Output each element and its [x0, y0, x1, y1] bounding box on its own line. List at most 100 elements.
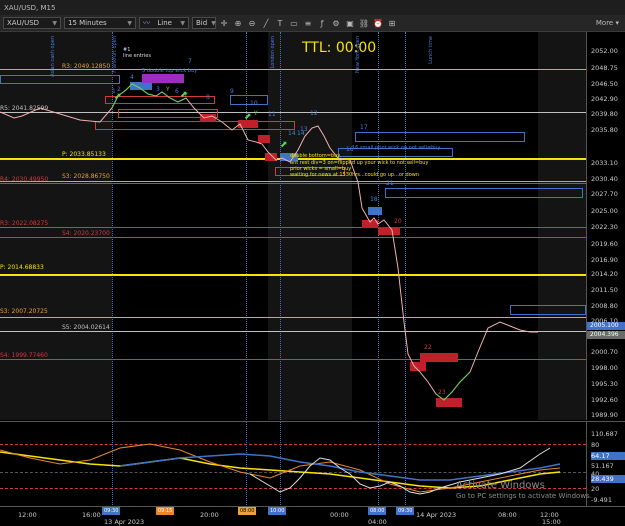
- indicator-tick: 20: [591, 485, 600, 493]
- wave-number: 10: [250, 100, 258, 107]
- wave-number: 21: [386, 180, 394, 187]
- price-chart[interactable]: Asian cash open Frankfurt open London op…: [0, 32, 586, 420]
- session-time-marker: 09:15: [156, 507, 175, 515]
- price-tick: 2046.50: [591, 80, 618, 88]
- wave-number: 19: [372, 210, 380, 217]
- chart-note-entries: #1 line entries: [123, 47, 151, 59]
- chevron-down-icon: ▼: [127, 19, 132, 27]
- template-icon[interactable]: ⊞: [386, 17, 398, 29]
- current-price-tag: 2005.100: [587, 322, 625, 330]
- time-axis[interactable]: 12:00 16:00 13 Apr 2023 20:00 00:00 04:0…: [0, 506, 625, 526]
- wave-number: 1: [112, 88, 116, 95]
- bid-price-tag: 2004.396: [587, 331, 625, 339]
- wave-marker: Y: [184, 92, 188, 99]
- time-tick: 08:00: [498, 511, 517, 519]
- symbol-select[interactable]: XAU/USD ▼: [3, 17, 61, 29]
- session-time-marker: 08:00: [368, 507, 387, 515]
- price-tick: 2014.20: [591, 270, 618, 278]
- price-tick: 2042.90: [591, 95, 618, 103]
- chevron-down-icon: ▼: [211, 19, 216, 27]
- wave-number: 17: [360, 124, 368, 131]
- price-tick: 1998.00: [591, 364, 618, 372]
- chevron-down-icon: ▼: [52, 19, 57, 27]
- price-tick: 2022.30: [591, 223, 618, 231]
- price-side-value: Bid: [196, 19, 208, 27]
- time-tick: 14 Apr 2023: [416, 511, 457, 519]
- buy-arrow-icon: ⬈: [280, 140, 288, 150]
- price-side-select[interactable]: Bid ▼: [192, 17, 216, 29]
- line-chart-icon: 〰: [143, 19, 150, 27]
- session-time-marker: 08:00: [238, 507, 257, 515]
- price-tick: 2016.90: [591, 256, 618, 264]
- link-icon[interactable]: ⛓: [358, 17, 370, 29]
- screenshot-icon[interactable]: ▣: [344, 17, 356, 29]
- activation-watermark: Activate Windows Go to PC settings to ac…: [456, 480, 592, 500]
- wave-number: 18: [370, 196, 378, 203]
- symbol-value: XAU/USD: [7, 19, 40, 27]
- fibonacci-icon[interactable]: ≡: [302, 17, 314, 29]
- time-tick: 20:00: [200, 511, 219, 519]
- wave-number: 12: [310, 110, 318, 117]
- indicator-tick: 51.167: [591, 462, 614, 470]
- session-time-marker: 09:30: [396, 507, 415, 515]
- price-tick: 2011.50: [591, 286, 618, 294]
- more-label: More: [595, 19, 614, 27]
- price-tick: 1992.60: [591, 396, 618, 404]
- wave-number: 20: [394, 218, 402, 225]
- chevron-down-icon: ▼: [180, 19, 185, 27]
- indicator-tick: -9.491: [591, 496, 612, 504]
- wave-number: 14: [297, 130, 305, 137]
- price-tick: 2052.00: [591, 47, 618, 55]
- chart-toolbar: XAU/USD ▼ 15 Minutes ▼ 〰 Line ▼ Bid ▼ ✛ ⊕ ⊖ …: [0, 15, 625, 32]
- window-title-bar: XAU/USD, M15: [0, 0, 625, 15]
- timeframe-value: 15 Minutes: [68, 19, 107, 27]
- trendline-icon[interactable]: ╱: [260, 17, 272, 29]
- timeframe-select[interactable]: 15 Minutes ▼: [64, 17, 136, 29]
- wave-number: 6: [175, 88, 179, 95]
- wave-number: 4: [130, 74, 134, 81]
- wave-marker: Y: [166, 86, 170, 93]
- wave-number: 14: [288, 130, 296, 137]
- alert-icon[interactable]: ⏰: [372, 17, 384, 29]
- time-tick: 12:00: [18, 511, 37, 519]
- session-time-marker: 09:30: [102, 507, 121, 515]
- text-tool-icon[interactable]: T: [274, 17, 286, 29]
- price-tick: 2035.80: [591, 126, 618, 134]
- wave-number: 7: [188, 58, 192, 65]
- price-tick: 2008.80: [591, 302, 618, 310]
- ttl-countdown: TTL: 00:00: [302, 40, 377, 56]
- shapes-icon[interactable]: ▭: [288, 17, 300, 29]
- wave-number: 23: [438, 389, 446, 396]
- chart-type-value: Line: [157, 19, 172, 27]
- time-tick: 13 Apr 2023: [104, 518, 145, 526]
- chart-note: 16 small prior wick on not sell=buy: [352, 145, 441, 151]
- wave-number: 3: [156, 86, 160, 93]
- price-axis[interactable]: 2052.00 2048.75 2046.50 2042.90 2039.80 …: [586, 32, 625, 420]
- indicator-icon[interactable]: ƒ: [316, 17, 328, 29]
- crosshair-icon[interactable]: ✛: [218, 17, 230, 29]
- watermark-title: Activate Windows: [456, 480, 545, 491]
- watermark-subtitle: Go to PC settings to activate Windows.: [456, 492, 592, 500]
- more-button[interactable]: More ▾: [596, 19, 619, 27]
- chart-type-select[interactable]: 〰 Line ▼: [139, 17, 189, 29]
- wave-number: 11: [268, 111, 276, 118]
- chart-note: double bottom=buy: [290, 153, 341, 159]
- buy-arrow-icon: ⬈: [244, 112, 252, 122]
- time-tick: 15:00: [542, 518, 561, 526]
- session-time-marker: 10:00: [268, 507, 287, 515]
- indicator-tag-b: 28.439: [591, 475, 625, 483]
- price-tick: 2033.10: [591, 159, 618, 167]
- wave-marker: Y: [254, 110, 258, 117]
- settings-icon[interactable]: ⚙: [330, 17, 342, 29]
- chart-note: waiting for news at 1530hrs...could go u…: [290, 172, 420, 178]
- price-tick: 2000.70: [591, 348, 618, 356]
- indicator-tick: 80: [591, 441, 600, 449]
- time-tick: 00:00: [330, 511, 349, 519]
- price-line-svg: [0, 83, 538, 401]
- zoom-out-icon[interactable]: ⊖: [246, 17, 258, 29]
- zoom-in-icon[interactable]: ⊕: [232, 17, 244, 29]
- time-tick: 16:00: [82, 511, 101, 519]
- wave-number: 2: [117, 86, 121, 93]
- wave-number: 22: [424, 344, 432, 351]
- indicator-tag-a: 64.17: [591, 452, 625, 460]
